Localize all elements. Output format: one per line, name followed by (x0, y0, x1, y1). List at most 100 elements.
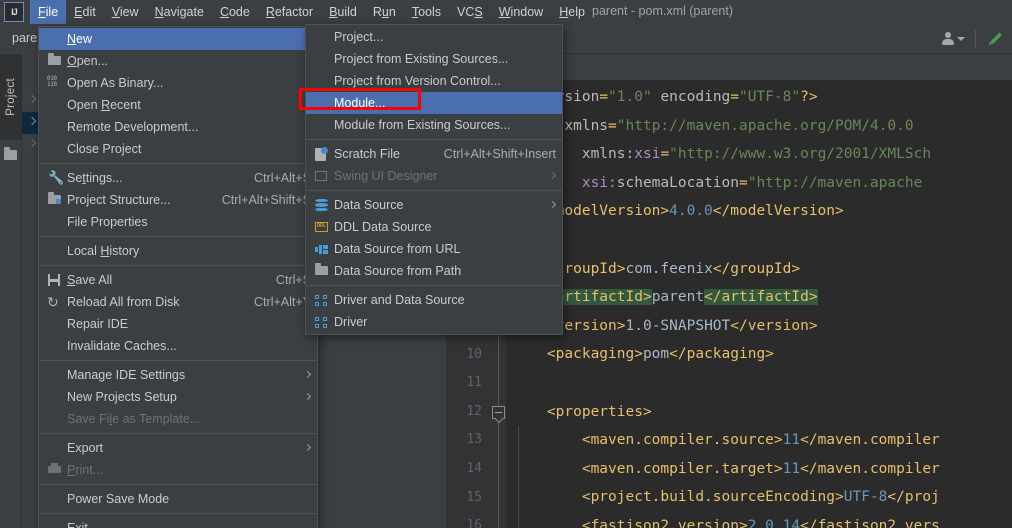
menubar-item-tools[interactable]: Tools (404, 0, 449, 24)
toolbar-divider (975, 30, 976, 48)
file-menu-item-open[interactable]: Open... (39, 50, 317, 72)
new-submenu-dropdown[interactable]: Project... Project from Existing Sources.… (299, 24, 563, 335)
new-menu-item-driver[interactable]: Driver (306, 311, 562, 333)
file-menu-item-save-all[interactable]: Save All Ctrl+S (39, 269, 317, 291)
new-menu-item-ddl-data-source[interactable]: DDL DDL Data Source (306, 216, 562, 238)
file-menu-item-power-save-mode[interactable]: Power Save Mode (39, 488, 317, 510)
breadcrumb[interactable]: pare (12, 31, 37, 45)
menubar-item-help[interactable]: Help (551, 0, 593, 24)
file-menu-item-reload-all-from-disk[interactable]: ↻ Reload All from Disk Ctrl+Alt+Y (39, 291, 317, 313)
menu-item-label: Project from Version Control... (334, 74, 501, 88)
file-menu-item-settings[interactable]: 🔧 Settings... Ctrl+Alt+S (39, 167, 317, 189)
sidebar-item-project[interactable]: Project (0, 54, 22, 140)
menu-separator (306, 139, 562, 140)
driver-icon (312, 314, 334, 330)
menu-icon-placeholder (45, 243, 67, 259)
menu-icon-placeholder (312, 95, 334, 111)
database-icon (312, 197, 334, 213)
new-menu-item-module[interactable]: Module... (299, 88, 562, 114)
menubar-item-build[interactable]: Build (321, 0, 365, 24)
menu-item-label: Data Source from URL (334, 242, 461, 256)
menu-separator (39, 236, 317, 237)
file-menu-item-project-structure[interactable]: Project Structure... Ctrl+Alt+Shift+S (39, 189, 317, 211)
new-menu-item-swing-ui-designer: Swing UI Designer (306, 165, 562, 187)
title-bar: IJ File Edit View Navigate Code Refactor Build… (0, 0, 1012, 24)
menubar-item-vcs[interactable]: VCS (449, 0, 491, 24)
file-menu-item-open-recent[interactable]: Open Recent (39, 94, 317, 116)
chevron-right-icon[interactable] (27, 138, 37, 148)
file-menu-item-local-history[interactable]: Local History (39, 240, 317, 262)
menubar-item-refactor[interactable]: Refactor (258, 0, 321, 24)
file-menu-item-export[interactable]: Export (39, 437, 317, 459)
new-menu-item-project[interactable]: Project... (306, 26, 562, 48)
menubar-item-navigate[interactable]: Navigate (147, 0, 212, 24)
ddl-icon: DDL (312, 219, 334, 235)
new-menu-item-data-source-from-path[interactable]: Data Source from Path (306, 260, 562, 282)
menubar-item-edit[interactable]: Edit (66, 0, 104, 24)
new-menu-item-project-from-existing-sources[interactable]: Project from Existing Sources... (306, 48, 562, 70)
menu-item-label: File Properties (67, 215, 148, 229)
file-menu-item-invalidate-caches[interactable]: Invalidate Caches... (39, 335, 317, 357)
menu-icon-placeholder (45, 520, 67, 528)
menu-item-label: Module from Existing Sources... (334, 118, 511, 132)
file-menu-item-remote-development[interactable]: Remote Development... (39, 116, 317, 138)
folder-icon (45, 53, 67, 69)
menubar-item-file[interactable]: File (30, 0, 67, 24)
code-line: <fastjson2.version>2.0.14</fastjson2.ver… (581, 518, 940, 528)
file-menu-item-open-as-binary[interactable]: 010 110 Open As Binary... (39, 72, 317, 94)
file-menu-item-new-projects-setup[interactable]: New Projects Setup (39, 386, 317, 408)
build-button[interactable] (986, 30, 1004, 48)
file-menu-item-close-project[interactable]: Close Project (39, 138, 317, 160)
menu-icon-placeholder (312, 117, 334, 133)
file-menu-item-exit[interactable]: Exit (39, 517, 317, 528)
scratch-icon (312, 146, 334, 162)
menu-bar[interactable]: File Edit View Navigate Code Refactor Build Run… (30, 0, 593, 24)
menubar-item-view[interactable]: View (104, 0, 147, 24)
fold-marker-icon[interactable] (492, 405, 505, 419)
file-menu-item-repair-ide[interactable]: Repair IDE (39, 313, 317, 335)
code-content[interactable]: ml version="1.0" encoding="UTF-8"?>oject… (506, 81, 1012, 528)
menu-item-label: Save All (67, 273, 113, 287)
menu-item-label: Open Recent (67, 98, 141, 112)
menu-icon-placeholder (45, 491, 67, 507)
code-line: <maven.compiler.source>11</maven.compile… (581, 432, 940, 449)
code-line: <properties> (546, 403, 652, 420)
menu-item-shortcut: Ctrl+Alt+Shift+Insert (443, 147, 556, 161)
file-menu-item-manage-ide-settings[interactable]: Manage IDE Settings (39, 364, 317, 386)
menu-item-label: Project... (334, 30, 384, 44)
print-icon (45, 462, 67, 478)
menu-item-label: New Projects Setup (67, 390, 177, 404)
menu-item-shortcut: Ctrl+S (275, 273, 311, 287)
menu-item-label: Driver (334, 315, 368, 329)
menu-item-shortcut: Ctrl+Alt+Y (254, 295, 311, 309)
folder-icon (4, 147, 17, 160)
menu-item-label: Data Source from Path (334, 264, 462, 278)
file-menu-dropdown[interactable]: New Open... 010 110 Open As Binary... Open Re… (38, 26, 318, 528)
chevron-right-icon[interactable] (27, 116, 37, 126)
menu-separator (39, 360, 317, 361)
file-menu-item-new[interactable]: New (39, 28, 317, 50)
menu-item-label: Project Structure... (67, 193, 171, 207)
menu-item-label: Exit (67, 521, 88, 528)
line-number: 12 (466, 403, 482, 419)
new-menu-item-data-source[interactable]: Data Source (306, 194, 562, 216)
ide-window: IJ File Edit View Navigate Code Refactor Build… (0, 0, 1012, 528)
chevron-right-icon[interactable] (27, 94, 37, 104)
menubar-item-run[interactable]: Run (365, 0, 404, 24)
file-menu-item-file-properties[interactable]: File Properties (39, 211, 317, 233)
menubar-item-code[interactable]: Code (212, 0, 258, 24)
line-number: 13 (466, 432, 482, 448)
new-menu-item-data-source-from-url[interactable]: Data Source from URL (306, 238, 562, 260)
driver-icon (312, 292, 334, 308)
account-button[interactable] (941, 32, 965, 46)
intellij-logo-icon: IJ (4, 2, 24, 22)
new-menu-item-driver-and-data-source[interactable]: Driver and Data Source (306, 289, 562, 311)
menu-separator (39, 513, 317, 514)
menu-separator (39, 265, 317, 266)
new-menu-item-module-from-existing-sources[interactable]: Module from Existing Sources... (306, 114, 562, 136)
menu-item-shortcut: Ctrl+Alt+S (254, 171, 311, 185)
menu-separator (39, 433, 317, 434)
new-menu-item-project-from-version-control[interactable]: Project from Version Control... (306, 70, 562, 92)
new-menu-item-scratch-file[interactable]: Scratch File Ctrl+Alt+Shift+Insert (306, 143, 562, 165)
menubar-item-window[interactable]: Window (491, 0, 551, 24)
